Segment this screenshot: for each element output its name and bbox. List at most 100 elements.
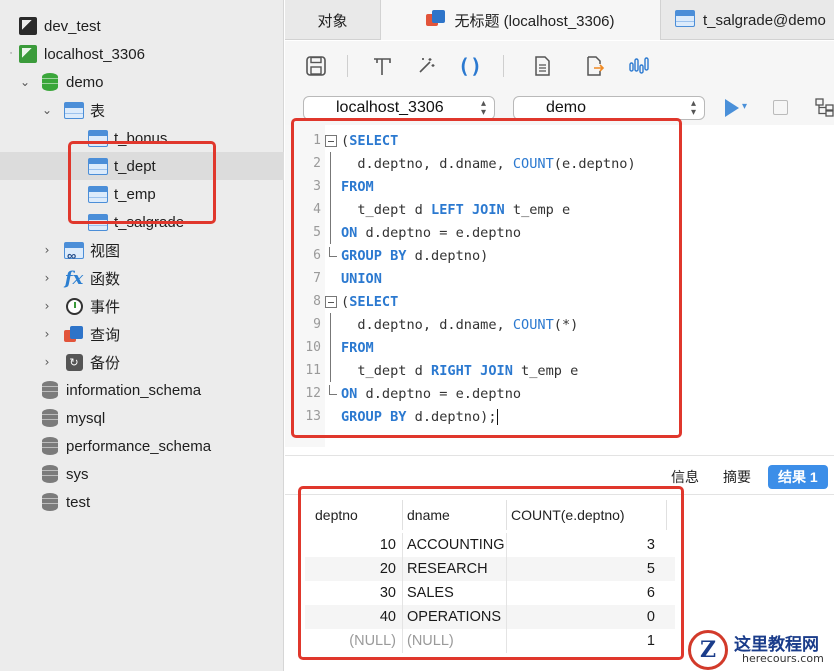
table-item-emp[interactable]: t_emp <box>0 180 284 208</box>
table-row[interactable]: 20 RESEARCH 5 <box>305 557 675 581</box>
line-number: 8 <box>313 294 321 309</box>
chevron-right-icon[interactable]: › <box>40 327 54 341</box>
database-icon <box>40 408 60 428</box>
code-snippet-icon[interactable]: () <box>457 53 483 79</box>
table-icon <box>675 9 695 31</box>
chevron-down-icon[interactable]: ⌄ <box>18 75 32 89</box>
cell-count[interactable]: 0 <box>507 605 661 629</box>
connection-dev-test[interactable]: dev_test <box>0 12 284 40</box>
cell-dname[interactable]: OPERATIONS <box>403 605 507 629</box>
line-number: 10 <box>305 340 321 355</box>
run-dropdown-icon[interactable]: ▾ <box>742 101 747 112</box>
database-performance-schema[interactable]: performance_schema <box>0 432 284 460</box>
chevron-right-icon[interactable]: › <box>40 299 54 313</box>
column-header[interactable]: COUNT(e.deptno) <box>507 500 667 530</box>
table-icon <box>88 184 108 204</box>
explain-icon[interactable] <box>627 53 653 79</box>
database-sys[interactable]: sys <box>0 460 284 488</box>
group-label: 备份 <box>90 354 121 372</box>
cell-count[interactable]: 5 <box>507 557 661 581</box>
fold-toggle-icon[interactable] <box>321 134 341 147</box>
database-select[interactable]: demo ▴ ▾ <box>513 96 705 120</box>
watermark-logo-icon: Z <box>688 630 728 670</box>
column-header[interactable]: deptno <box>305 500 403 530</box>
format-icon[interactable] <box>369 53 395 79</box>
toolbar-divider <box>503 55 504 77</box>
tab-label: 信息 <box>671 469 699 485</box>
table-label: t_salgrade <box>114 213 185 231</box>
code-line: 3 FROM <box>285 175 834 198</box>
code-line: 7 UNION <box>285 267 834 290</box>
code-line: 8 (SELECT <box>285 290 834 313</box>
chevron-down-icon[interactable]: · <box>4 49 18 59</box>
cell-count[interactable]: 1 <box>507 629 661 653</box>
database-demo[interactable]: ⌄ demo <box>0 68 284 96</box>
chevron-right-icon[interactable]: › <box>40 355 54 369</box>
cell-dname[interactable]: RESEARCH <box>403 557 507 581</box>
beautify-wand-icon[interactable] <box>413 53 439 79</box>
cell-dname[interactable]: SALES <box>403 581 507 605</box>
tab-info[interactable]: 信息 <box>671 465 699 489</box>
tab-label: 摘要 <box>723 469 751 485</box>
line-number: 12 <box>305 386 321 401</box>
line-number: 9 <box>313 317 321 332</box>
line-number: 11 <box>305 363 321 378</box>
table-item-bonus[interactable]: t_bonus <box>0 124 284 152</box>
sql-editor[interactable]: 1 (SELECT 2 d.deptno, d.dname, COUNT (e.d… <box>285 125 834 447</box>
cell-deptno[interactable]: 10 <box>305 533 403 557</box>
table-item-salgrade[interactable]: t_salgrade <box>0 208 284 236</box>
cell-deptno[interactable]: (NULL) <box>305 629 403 653</box>
table-icon <box>88 128 108 148</box>
stop-icon[interactable] <box>773 100 788 115</box>
fold-toggle-icon[interactable] <box>321 295 341 308</box>
updown-chevron-icon: ▴ ▾ <box>480 98 486 118</box>
table-row[interactable]: (NULL) (NULL) 1 <box>305 629 675 653</box>
line-number: 7 <box>313 271 321 286</box>
text-document-icon[interactable] <box>529 53 555 79</box>
tab-salgrade[interactable]: t_salgrade@demo <box>661 0 834 40</box>
cell-deptno[interactable]: 40 <box>305 605 403 629</box>
tree-structure-icon[interactable] <box>815 98 834 117</box>
chevron-right-icon[interactable]: › <box>40 271 54 285</box>
views-group[interactable]: › 视图 <box>0 236 284 264</box>
database-icon <box>520 99 542 117</box>
save-icon[interactable] <box>303 53 329 79</box>
query-icon <box>426 10 446 30</box>
backups-group[interactable]: › ↻ 备份 <box>0 348 284 376</box>
tab-objects[interactable]: 对象 <box>285 0 381 40</box>
code-line: 5 ON d.deptno = e.deptno <box>285 221 834 244</box>
connection-localhost[interactable]: · localhost_3306 <box>0 40 284 68</box>
group-label: 视图 <box>90 242 121 260</box>
database-label: sys <box>66 465 89 483</box>
database-label: test <box>66 493 91 511</box>
cell-dname[interactable]: ACCOUNTING <box>403 533 507 557</box>
connection-select[interactable]: localhost_3306 ▴ ▾ <box>303 96 495 120</box>
table-row[interactable]: 30 SALES 6 <box>305 581 675 605</box>
table-row[interactable]: 10 ACCOUNTING 3 <box>305 533 675 557</box>
export-icon[interactable] <box>581 53 607 79</box>
database-icon <box>40 464 60 484</box>
cell-deptno[interactable]: 30 <box>305 581 403 605</box>
cell-count[interactable]: 3 <box>507 533 661 557</box>
tab-result-1[interactable]: 结果 1 <box>768 465 828 489</box>
table-row[interactable]: 40 OPERATIONS 0 <box>305 605 675 629</box>
database-mysql[interactable]: mysql <box>0 404 284 432</box>
cell-count[interactable]: 6 <box>507 581 661 605</box>
tab-untitled-query[interactable]: 无标题 (localhost_3306) <box>381 0 661 40</box>
table-item-dept[interactable]: t_dept <box>0 152 284 180</box>
database-information-schema[interactable]: information_schema <box>0 376 284 404</box>
chevron-down-icon[interactable]: ⌄ <box>40 103 54 117</box>
chevron-right-icon[interactable]: › <box>40 243 54 257</box>
functions-group[interactable]: › fx 函数 <box>0 264 284 292</box>
group-label: 事件 <box>90 298 121 316</box>
cell-dname[interactable]: (NULL) <box>403 629 507 653</box>
tab-summary[interactable]: 摘要 <box>723 465 751 489</box>
run-icon[interactable] <box>725 99 739 117</box>
column-header[interactable]: dname <box>403 500 507 530</box>
cell-deptno[interactable]: 20 <box>305 557 403 581</box>
queries-group[interactable]: › 查询 <box>0 320 284 348</box>
tables-group[interactable]: ⌄ 表 <box>0 96 284 124</box>
database-test[interactable]: test <box>0 488 284 516</box>
events-group[interactable]: › 事件 <box>0 292 284 320</box>
connection-icon <box>310 99 332 117</box>
